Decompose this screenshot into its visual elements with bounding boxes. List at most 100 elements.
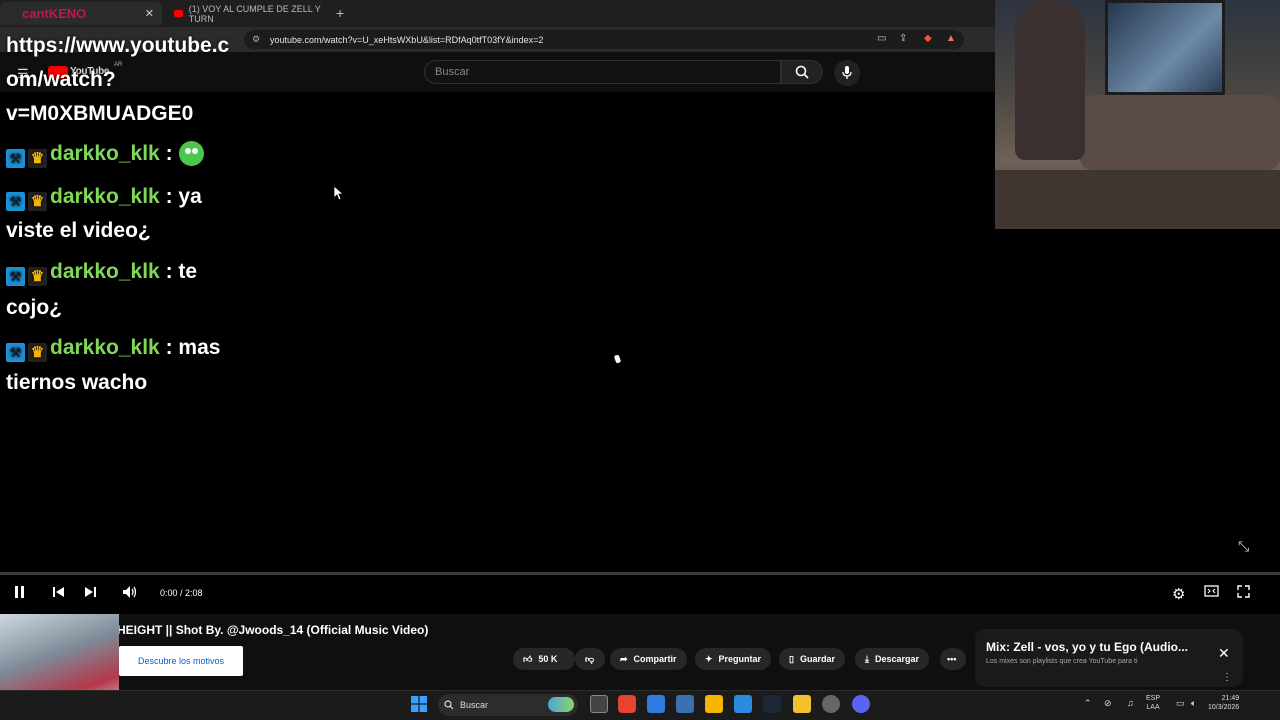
weather-widget-icon[interactable] (548, 697, 574, 712)
thumbs-down-icon: 👎︎ (585, 653, 595, 664)
discord-icon[interactable] (852, 695, 870, 713)
chat-text-continued: tiernos wacho (6, 371, 148, 394)
chat-message: ⚒ ♛ darkko_klk : (6, 136, 204, 171)
brave-rewards-icon[interactable]: ▲ (946, 33, 956, 44)
share-button[interactable]: ➦ Compartir (610, 648, 687, 670)
thumbs-up-icon: 👍︎ (523, 653, 533, 664)
moderator-badge-icon: ⚒ (6, 149, 25, 168)
microphone-icon (842, 66, 852, 79)
previous-button[interactable] (52, 585, 65, 602)
close-icon[interactable]: ✕ (1218, 645, 1230, 662)
chat-separator: : (159, 142, 173, 165)
ask-label: Preguntar (718, 654, 762, 664)
settings-button[interactable]: ⚙ (1172, 585, 1185, 603)
start-button[interactable] (411, 696, 427, 717)
webcam-overlay (995, 0, 1280, 229)
brave-shield-icon[interactable]: ◆ (924, 33, 932, 44)
mix-menu-icon[interactable]: ⋮ (1222, 672, 1232, 683)
notepad-icon[interactable] (647, 695, 665, 713)
search-placeholder: Buscar (435, 66, 470, 78)
youtube-favicon-icon (174, 10, 183, 17)
voice-search-button[interactable] (834, 60, 860, 86)
pen-app-icon[interactable] (705, 695, 723, 713)
calculator-icon[interactable] (676, 695, 694, 713)
monitor-icon[interactable]: ▭ (1176, 698, 1185, 709)
chat-username: darkko_klk (50, 185, 160, 208)
share-icon[interactable]: ⇪ (899, 33, 907, 44)
file-manager-icon[interactable] (734, 695, 752, 713)
discover-reasons-button[interactable]: Descubre los motivos (119, 646, 243, 676)
system-clock[interactable]: 21:49 10/3/2026 (1208, 694, 1239, 712)
share-arrow-icon: ➦ (620, 653, 628, 664)
search-input[interactable]: Buscar (424, 60, 781, 84)
save-button[interactable]: ▯ Guardar (779, 648, 845, 670)
download-label: Descargar (874, 654, 920, 664)
progress-bar[interactable] (0, 572, 1280, 575)
pause-icon (15, 586, 24, 598)
chat-separator: : (159, 185, 173, 208)
layout-code: LAA (1146, 704, 1160, 711)
close-tab-icon[interactable]: ✕ (145, 7, 154, 20)
save-label: Guardar (799, 654, 835, 664)
moderator-badge-icon: ⚒ (6, 343, 25, 362)
new-tab-button[interactable]: + (336, 5, 344, 21)
moderator-badge-icon: ⚒ (6, 267, 25, 286)
autoplay-icon[interactable]: ⤡ (1238, 538, 1249, 555)
pause-button[interactable] (14, 585, 26, 602)
like-button[interactable]: 👍︎ 50 K (513, 648, 575, 670)
chat-username: darkko_klk (50, 260, 160, 283)
fullscreen-button[interactable] (1237, 585, 1250, 601)
dislike-button[interactable]: 👎︎ (575, 648, 605, 670)
skip-next-icon (85, 587, 96, 597)
chat-text: mas (172, 336, 221, 359)
theater-mode-icon (1204, 585, 1219, 597)
like-count: 50 K (538, 654, 558, 664)
chat-link-line: om/watch? (6, 68, 116, 91)
chat-message: ⚒ ♛ darkko_klk : ya (6, 179, 202, 214)
address-bar[interactable]: ⚙ youtube.com/watch?v=U_xeHtsWXbU&list=R… (244, 30, 964, 49)
tab-label: (1) VOY AL CUMPLE DE ZELL Y TURN (188, 3, 321, 24)
folder-icon[interactable] (793, 695, 811, 713)
tab-label: cantKENO (22, 6, 87, 21)
obs-icon[interactable] (822, 695, 840, 713)
chat-message: ⚒ ♛ darkko_klk : te (6, 254, 197, 289)
volume-button[interactable] (122, 585, 138, 602)
chat-text: te (172, 260, 198, 283)
clock-date: 10/3/2026 (1208, 704, 1240, 711)
volume-icon (123, 586, 137, 598)
tab-stream[interactable]: cantKENO ✕ (0, 2, 162, 25)
cast-icon[interactable]: ▭ (877, 33, 886, 44)
sparkle-icon: ✦ (705, 653, 713, 664)
microphone-tray-icon[interactable]: ♫ (1127, 698, 1134, 708)
tab-youtube-video[interactable]: (1) VOY AL CUMPLE DE ZELL Y TURN (166, 2, 336, 25)
fullscreen-icon (1237, 585, 1250, 598)
chat-separator: : (159, 260, 173, 283)
search-button[interactable] (781, 60, 823, 84)
steam-icon[interactable] (763, 695, 781, 713)
speaker-icon[interactable]: 🔈︎ (1191, 698, 1196, 709)
chat-link-line: https://www.youtube.c (6, 34, 230, 57)
chat-message: ⚒ ♛ darkko_klk : mas (6, 330, 220, 365)
next-button[interactable] (84, 585, 97, 602)
crown-badge-icon: ♛ (28, 192, 47, 211)
language-code: ESP (1146, 695, 1161, 702)
loading-spinner-icon (613, 354, 622, 364)
site-settings-icon[interactable]: ⚙ (252, 34, 260, 45)
ask-button[interactable]: ✦ Preguntar (695, 648, 772, 670)
more-actions-button[interactable]: ••• (940, 648, 966, 670)
tray-overflow-icon[interactable]: ⌃ (1084, 698, 1092, 709)
task-view-icon[interactable] (590, 695, 608, 713)
windows-logo-icon (411, 696, 427, 712)
gear-icon: ⚙ (1172, 586, 1186, 603)
chat-text-continued: viste el video¿ (6, 219, 151, 242)
download-button[interactable]: ⤓ Descargar (855, 648, 930, 670)
share-label: Compartir (633, 654, 677, 664)
theater-mode-button[interactable] (1204, 585, 1219, 600)
chat-separator: : (159, 336, 173, 359)
network-icon[interactable]: ⊘ (1104, 698, 1112, 709)
skip-previous-icon (53, 587, 64, 597)
language-indicator[interactable]: ESP LAA (1146, 694, 1160, 712)
crown-badge-icon: ♛ (28, 267, 47, 286)
mix-title[interactable]: Mix: Zell - vos, yo y tu Ego (Audio... (986, 640, 1188, 654)
brave-browser-icon[interactable] (618, 695, 636, 713)
